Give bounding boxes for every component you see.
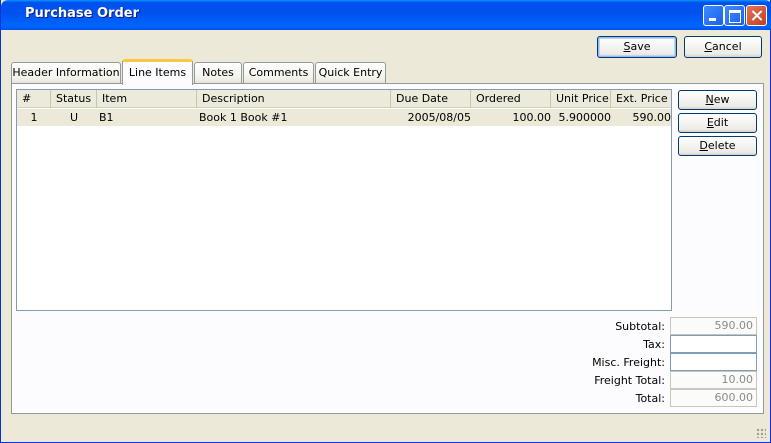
edit-button[interactable]: Edit [678,113,757,133]
cell-status: U [69,111,79,124]
column-header-due-date[interactable]: Due Date [391,90,471,108]
total-label: Total: [635,392,665,405]
misc-freight-label: Misc. Freight: [592,356,665,369]
save-label: ave [630,40,651,53]
column-header-status[interactable]: Status [51,90,97,108]
tab-header-information[interactable]: Header Information [11,62,121,83]
cancel-label-mnemonic: C [704,40,713,53]
freight-total-label: Freight Total: [594,374,665,387]
cell-item: B1 [99,111,114,124]
save-button[interactable]: Save [597,36,677,58]
resize-grip-icon[interactable] [756,428,766,438]
delete-button[interactable]: Delete [678,136,757,156]
cell-description: Book 1 Book #1 [199,111,288,124]
total-field: 600.00 [670,389,757,407]
tab-line-items[interactable]: Line Items [122,59,193,85]
tax-label: Tax: [643,338,665,351]
misc-freight-field[interactable] [670,353,757,371]
column-header-item[interactable]: Item [97,90,197,108]
cell-due-date: 2005/08/05 [407,111,471,124]
tax-field[interactable] [670,335,757,353]
table-header: # Status Item Description Due Date Order… [17,90,671,108]
subtotal-label: Subtotal: [615,320,665,333]
cell-unit-price: 5.900000 [558,111,612,124]
subtotal-field: 590.00 [670,317,757,335]
new-label: ew [713,93,730,106]
edit-label: dit [713,116,729,129]
close-icon[interactable] [746,5,767,26]
title-bar[interactable]: Purchase Order [1,0,771,30]
line-items-table[interactable]: # Status Item Description Due Date Order… [16,89,672,311]
column-header-ext-price[interactable]: Ext. Price [611,90,671,108]
new-label-mnemonic: N [705,93,714,106]
column-header-description[interactable]: Description [197,90,391,108]
maximize-icon[interactable] [724,5,745,26]
window-title: Purchase Order [25,6,140,21]
column-header-ordered[interactable]: Ordered [471,90,551,108]
cell-ordered: 100.00 [512,111,552,124]
tab-comments[interactable]: Comments [243,62,314,83]
column-header-number[interactable]: # [17,90,51,108]
cancel-label: ancel [712,40,742,53]
delete-label-mnemonic: D [699,139,708,152]
tab-quick-entry[interactable]: Quick Entry [315,62,386,83]
new-button[interactable]: New [678,90,757,110]
cancel-button[interactable]: Cancel [684,36,762,58]
tab-notes[interactable]: Notes [194,62,242,83]
cell-ext-price: 590.00 [632,111,672,124]
column-header-unit-price[interactable]: Unit Price [551,90,611,108]
cell-number: 1 [30,111,38,124]
delete-label: elete [707,139,736,152]
minimize-icon[interactable] [703,5,724,26]
edit-label-mnemonic: E [706,116,714,129]
table-row[interactable]: 1 U B1 Book 1 Book #1 2005/08/05 100.00 … [17,109,671,126]
purchase-order-window: Purchase Order Save Cancel Header Inform… [0,0,771,443]
freight-total-field: 10.00 [670,371,757,389]
